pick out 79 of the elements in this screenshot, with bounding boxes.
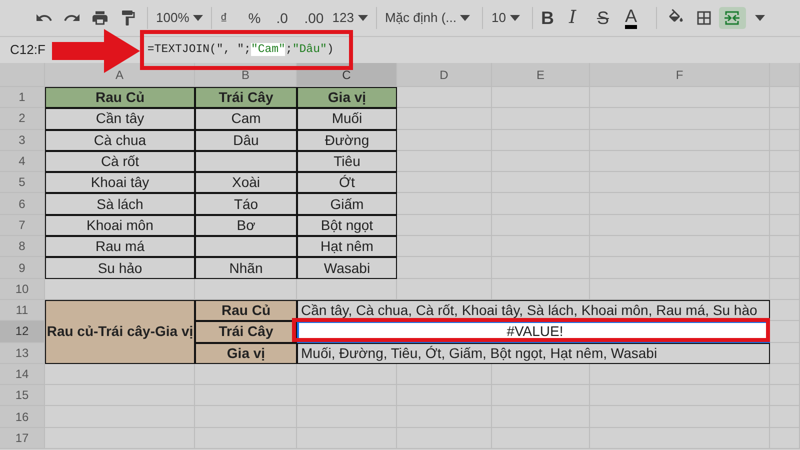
- row-header[interactable]: 15: [0, 385, 45, 406]
- table-cell: Nhãn: [195, 257, 297, 279]
- table-cell: Hạt nêm: [297, 236, 397, 258]
- row-header[interactable]: 7: [0, 214, 45, 236]
- table-cell: Bơ: [195, 214, 297, 236]
- row-header[interactable]: 1: [0, 87, 45, 108]
- column-header[interactable]: C: [297, 63, 397, 87]
- empty-cell: [770, 278, 800, 300]
- format-button[interactable]: .00: [302, 7, 330, 29]
- bold-button[interactable]: B: [538, 7, 566, 29]
- category-cell: Trái Cây: [195, 321, 297, 343]
- table-cell: Khoai tây: [45, 172, 195, 194]
- table-cell: Wasabi: [297, 257, 397, 279]
- column-header[interactable]: A: [45, 63, 195, 87]
- dropdown[interactable]: 100%: [154, 7, 206, 29]
- empty-cell: [770, 342, 800, 364]
- table-cell: Xoài: [195, 172, 297, 194]
- table-cell: Dâu: [195, 130, 297, 151]
- merged-label-cell: Rau củ-Trái cây-Gia vị: [45, 300, 195, 364]
- format-button[interactable]: %: [246, 7, 274, 29]
- printer-icon: [90, 9, 108, 27]
- format-button[interactable]: ₫: [218, 7, 246, 29]
- category-cell: Gia vị: [195, 342, 297, 364]
- table-cell: Cần tây: [45, 108, 195, 130]
- strikethrough-button[interactable]: S: [594, 7, 622, 29]
- table-cell: Ớt: [297, 172, 397, 194]
- row-header[interactable]: 12: [0, 321, 45, 343]
- table-cell: Cà chua: [45, 130, 195, 151]
- table-cell: Khoai môn: [45, 214, 195, 236]
- table-cell: Táo: [195, 193, 297, 215]
- header-cell: Rau Củ: [45, 87, 195, 108]
- row-header[interactable]: 11: [0, 300, 45, 322]
- dropdown[interactable]: 123: [330, 7, 370, 29]
- header-cell: Trái Cây: [195, 87, 297, 108]
- caret-icon: [460, 15, 470, 21]
- dropdown[interactable]: 10: [489, 7, 522, 29]
- row-header[interactable]: 13: [0, 342, 45, 364]
- table-cell: Cam: [195, 108, 297, 130]
- borders-icon: [695, 9, 714, 27]
- row-header[interactable]: 14: [0, 364, 45, 386]
- table-cell: Đường: [297, 130, 397, 151]
- row-header[interactable]: 17: [0, 428, 45, 450]
- caret-icon: [193, 15, 204, 21]
- formula-text[interactable]: =TEXTJOIN(", ";"Cam";"Dâu"): [147, 41, 334, 59]
- name-box[interactable]: C12:F: [10, 40, 46, 60]
- result-cell: Muối, Đường, Tiêu, Ớt, Giấm, Bột ngọt, Hạt nêm, Wasabi: [297, 342, 770, 364]
- table-cell: Sà lách: [45, 193, 195, 215]
- category-cell: Rau Củ: [195, 300, 297, 322]
- column-header[interactable]: F: [590, 63, 770, 87]
- dropdown[interactable]: Mặc định (...: [382, 7, 472, 29]
- table-cell: Su hảo: [45, 257, 195, 279]
- row-header[interactable]: 5: [0, 172, 45, 194]
- row-header[interactable]: 8: [0, 236, 45, 258]
- row-header[interactable]: 2: [0, 108, 45, 130]
- row-header[interactable]: 16: [0, 406, 45, 428]
- format-button[interactable]: .0: [274, 7, 302, 29]
- empty-cell: [770, 300, 800, 322]
- merge-cells-button[interactable]: [718, 7, 746, 29]
- text-color-button[interactable]: A: [622, 7, 650, 29]
- row-header[interactable]: 9: [0, 257, 45, 279]
- table-cell: Rau má: [45, 236, 195, 258]
- empty-cell: [770, 364, 800, 386]
- column-header[interactable]: D: [397, 63, 492, 87]
- row-header[interactable]: 6: [0, 193, 45, 215]
- caret-icon: [510, 15, 520, 21]
- column-header[interactable]: E: [492, 63, 590, 87]
- row-header[interactable]: 10: [0, 278, 45, 300]
- table-cell: Bột ngọt: [297, 214, 397, 236]
- table-cell: Giấm: [297, 193, 397, 215]
- italic-button[interactable]: I: [566, 7, 594, 29]
- table-cell: Cà rốt: [45, 150, 195, 172]
- row-header[interactable]: 4: [0, 150, 45, 172]
- row-header[interactable]: 3: [0, 130, 45, 151]
- caret-icon: [755, 15, 766, 21]
- header-cell: Gia vị: [297, 87, 397, 108]
- table-cell: Muối: [297, 108, 397, 130]
- table-cell: Tiêu: [297, 150, 397, 172]
- caret-icon: [358, 15, 368, 21]
- merge-cells-icon: [723, 9, 742, 27]
